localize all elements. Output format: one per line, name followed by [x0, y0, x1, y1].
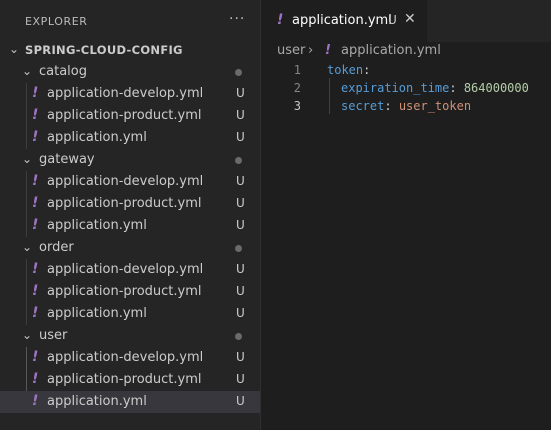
breadcrumb-file[interactable]: application.yml	[341, 43, 441, 58]
file-label: application-develop.yml	[47, 86, 204, 101]
file-item[interactable]: ! application.yml U	[0, 303, 260, 325]
modified-dot-icon	[235, 333, 242, 340]
git-status-badge: U	[236, 108, 245, 122]
more-actions-icon[interactable]: ···	[229, 11, 245, 27]
yaml-file-icon: !	[32, 107, 39, 123]
file-label: application-product.yml	[47, 196, 202, 211]
yaml-key: expiration_time	[341, 81, 450, 95]
git-status-badge: U	[236, 86, 245, 100]
modified-dot-icon	[235, 69, 242, 76]
root-folder-label: SPRING-CLOUD-CONFIG	[25, 43, 183, 57]
line-number-current: 3	[293, 99, 301, 113]
file-item[interactable]: ! application-product.yml U	[0, 281, 260, 303]
file-item[interactable]: ! application-develop.yml U	[0, 347, 260, 369]
yaml-file-icon: !	[325, 43, 331, 58]
yaml-file-icon: !	[32, 349, 39, 365]
folder-label: gateway	[39, 152, 95, 167]
yaml-colon: :	[384, 99, 399, 113]
folder-catalog[interactable]: ⌄ catalog	[0, 61, 260, 83]
code-line[interactable]: expiration_time: 864000000	[341, 81, 529, 95]
yaml-colon: :	[449, 81, 464, 95]
file-item-selected[interactable]: ! application.yml U	[0, 391, 260, 413]
yaml-colon: :	[363, 63, 371, 77]
chevron-down-icon: ⌄	[22, 328, 33, 342]
yaml-file-icon: !	[32, 393, 39, 409]
yaml-file-icon: !	[32, 283, 39, 299]
file-label: application.yml	[47, 306, 147, 321]
yaml-key: secret	[341, 99, 385, 113]
git-status-badge: U	[236, 306, 245, 320]
file-label: application-product.yml	[47, 372, 202, 387]
file-item[interactable]: ! application-develop.yml U	[0, 171, 260, 193]
code-line[interactable]: secret: user_token	[341, 99, 471, 113]
file-item[interactable]: ! application.yml U	[0, 215, 260, 237]
file-item[interactable]: ! application-product.yml U	[0, 369, 260, 391]
breadcrumb-folder[interactable]: user	[277, 43, 305, 58]
git-status-badge: U	[236, 350, 245, 364]
git-status-badge: U	[236, 130, 245, 144]
indent-guide	[329, 78, 330, 114]
yaml-key: token	[327, 63, 364, 77]
git-status-badge: U	[236, 218, 245, 232]
file-label: application-develop.yml	[47, 174, 204, 189]
chevron-down-icon: ⌄	[22, 64, 33, 78]
yaml-file-icon: !	[32, 371, 39, 387]
explorer-header: EXPLORER ···	[0, 0, 260, 42]
folder-label: user	[39, 328, 68, 343]
tab-application-yml[interactable]: ! application.yml U ✕	[261, 0, 427, 42]
file-label: application.yml	[47, 130, 147, 145]
tab-label: application.yml	[292, 13, 392, 28]
git-status-badge: U	[236, 196, 245, 210]
file-item[interactable]: ! application.yml U	[0, 127, 260, 149]
explorer-root-folder[interactable]: ⌄ SPRING-CLOUD-CONFIG	[0, 39, 260, 61]
chevron-down-icon: ⌄	[9, 42, 20, 56]
yaml-file-icon: !	[277, 12, 284, 28]
yaml-file-icon: !	[32, 305, 39, 321]
line-number: 1	[293, 63, 301, 77]
file-item[interactable]: ! application-product.yml U	[0, 193, 260, 215]
yaml-file-icon: !	[32, 129, 39, 145]
file-item[interactable]: ! application-develop.yml U	[0, 259, 260, 281]
git-status-badge: U	[236, 262, 245, 276]
modified-dot-icon	[235, 157, 242, 164]
tab-git-status-badge: U	[388, 13, 397, 27]
yaml-file-icon: !	[32, 217, 39, 233]
file-label: application-develop.yml	[47, 262, 204, 277]
folder-label: order	[39, 240, 74, 255]
git-status-badge: U	[236, 284, 245, 298]
file-label: application.yml	[47, 394, 147, 409]
close-icon[interactable]: ✕	[404, 11, 416, 27]
folder-user[interactable]: ⌄ user	[0, 325, 260, 347]
file-item[interactable]: ! application-product.yml U	[0, 105, 260, 127]
folder-gateway[interactable]: ⌄ gateway	[0, 149, 260, 171]
chevron-down-icon: ⌄	[22, 152, 33, 166]
yaml-file-icon: !	[32, 85, 39, 101]
yaml-number-value: 864000000	[463, 81, 529, 95]
yaml-file-icon: !	[32, 261, 39, 277]
explorer-sidebar: EXPLORER ··· ⌄ SPRING-CLOUD-CONFIG ⌄ cat…	[0, 0, 260, 430]
chevron-down-icon: ⌄	[22, 240, 33, 254]
breadcrumb-separator-icon: ›	[308, 43, 314, 58]
git-status-badge: U	[236, 394, 245, 408]
file-item[interactable]: ! application-develop.yml U	[0, 83, 260, 105]
file-label: application-product.yml	[47, 108, 202, 123]
git-status-badge: U	[236, 174, 245, 188]
editor-tab-bar: ! application.yml U ✕	[261, 0, 551, 42]
git-status-badge: U	[236, 372, 245, 386]
file-label: application-product.yml	[47, 284, 202, 299]
yaml-string-value: user_token	[398, 99, 472, 113]
yaml-file-icon: !	[32, 195, 39, 211]
code-line[interactable]: token:	[327, 63, 370, 77]
yaml-file-icon: !	[32, 173, 39, 189]
file-label: application-develop.yml	[47, 350, 204, 365]
file-label: application.yml	[47, 218, 147, 233]
explorer-title: EXPLORER	[25, 15, 88, 28]
folder-label: catalog	[39, 64, 87, 79]
modified-dot-icon	[235, 245, 242, 252]
folder-order[interactable]: ⌄ order	[0, 237, 260, 259]
line-number: 2	[293, 81, 301, 95]
